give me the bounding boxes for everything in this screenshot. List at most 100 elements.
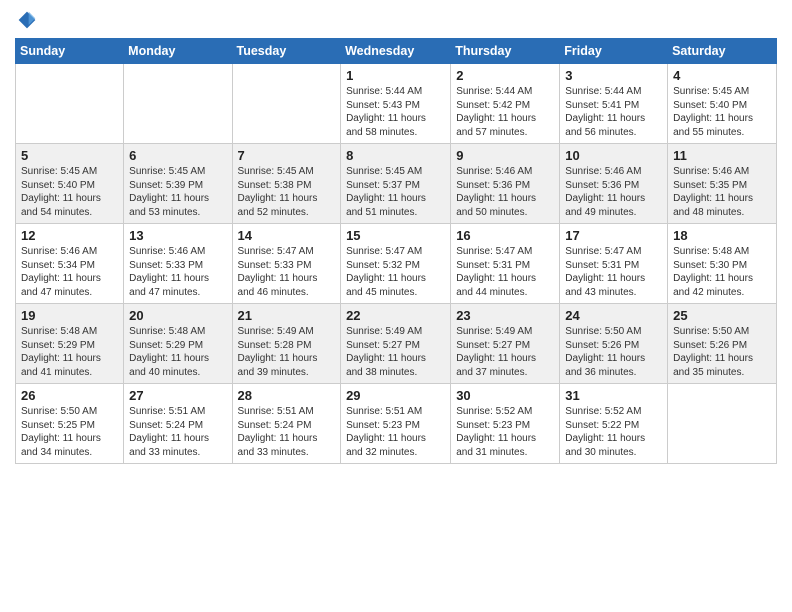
header-day: Friday bbox=[560, 39, 668, 64]
calendar-cell: 15 Sunrise: 5:47 AM Sunset: 5:32 PM Dayli… bbox=[341, 224, 451, 304]
day-number: 4 bbox=[673, 68, 771, 83]
day-number: 24 bbox=[565, 308, 662, 323]
day-info: Sunrise: 5:50 AM Sunset: 5:26 PM Dayligh… bbox=[565, 325, 662, 379]
logo bbox=[15, 10, 37, 30]
day-info: Sunrise: 5:45 AM Sunset: 5:40 PM Dayligh… bbox=[21, 165, 118, 219]
day-info: Sunrise: 5:49 AM Sunset: 5:28 PM Dayligh… bbox=[238, 325, 336, 379]
header-day: Tuesday bbox=[232, 39, 341, 64]
day-info: Sunrise: 5:47 AM Sunset: 5:31 PM Dayligh… bbox=[456, 245, 554, 299]
calendar-week: 26 Sunrise: 5:50 AM Sunset: 5:25 PM Dayli… bbox=[16, 384, 777, 464]
day-info: Sunrise: 5:47 AM Sunset: 5:32 PM Dayligh… bbox=[346, 245, 445, 299]
calendar-cell: 26 Sunrise: 5:50 AM Sunset: 5:25 PM Dayli… bbox=[16, 384, 124, 464]
day-info: Sunrise: 5:46 AM Sunset: 5:35 PM Dayligh… bbox=[673, 165, 771, 219]
day-number: 25 bbox=[673, 308, 771, 323]
calendar-cell: 14 Sunrise: 5:47 AM Sunset: 5:33 PM Dayli… bbox=[232, 224, 341, 304]
day-number: 2 bbox=[456, 68, 554, 83]
calendar-cell: 8Sunrise: 5:45 AM Sunset: 5:37 PM Daylig… bbox=[341, 144, 451, 224]
calendar-week: 12 Sunrise: 5:46 AM Sunset: 5:34 PM Dayli… bbox=[16, 224, 777, 304]
calendar-cell: 19 Sunrise: 5:48 AM Sunset: 5:29 PM Dayli… bbox=[16, 304, 124, 384]
calendar-cell: 6Sunrise: 5:45 AM Sunset: 5:39 PM Daylig… bbox=[124, 144, 232, 224]
day-number: 9 bbox=[456, 148, 554, 163]
day-info: Sunrise: 5:49 AM Sunset: 5:27 PM Dayligh… bbox=[456, 325, 554, 379]
day-info: Sunrise: 5:52 AM Sunset: 5:23 PM Dayligh… bbox=[456, 405, 554, 459]
day-number: 12 bbox=[21, 228, 118, 243]
calendar-cell: 30 Sunrise: 5:52 AM Sunset: 5:23 PM Dayli… bbox=[451, 384, 560, 464]
page: SundayMondayTuesdayWednesdayThursdayFrid… bbox=[0, 0, 792, 479]
calendar-cell: 12 Sunrise: 5:46 AM Sunset: 5:34 PM Dayli… bbox=[16, 224, 124, 304]
day-number: 30 bbox=[456, 388, 554, 403]
day-number: 14 bbox=[238, 228, 336, 243]
day-number: 13 bbox=[129, 228, 226, 243]
calendar-cell: 5 Sunrise: 5:45 AM Sunset: 5:40 PM Daylig… bbox=[16, 144, 124, 224]
day-number: 10 bbox=[565, 148, 662, 163]
calendar-cell: 2 Sunrise: 5:44 AM Sunset: 5:42 PM Daylig… bbox=[451, 64, 560, 144]
calendar-week: 5 Sunrise: 5:45 AM Sunset: 5:40 PM Daylig… bbox=[16, 144, 777, 224]
header-day: Thursday bbox=[451, 39, 560, 64]
day-info: Sunrise: 5:46 AM Sunset: 5:36 PM Dayligh… bbox=[456, 165, 554, 219]
day-number: 5 bbox=[21, 148, 118, 163]
day-info: Sunrise: 5:51 AM Sunset: 5:23 PM Dayligh… bbox=[346, 405, 445, 459]
day-number: 1 bbox=[346, 68, 445, 83]
calendar-cell: 24 Sunrise: 5:50 AM Sunset: 5:26 PM Dayli… bbox=[560, 304, 668, 384]
day-number: 3 bbox=[565, 68, 662, 83]
day-info: Sunrise: 5:44 AM Sunset: 5:43 PM Dayligh… bbox=[346, 85, 445, 139]
header-day: Wednesday bbox=[341, 39, 451, 64]
day-number: 22 bbox=[346, 308, 445, 323]
calendar-cell: 18 Sunrise: 5:48 AM Sunset: 5:30 PM Dayli… bbox=[668, 224, 777, 304]
calendar-cell: 21 Sunrise: 5:49 AM Sunset: 5:28 PM Dayli… bbox=[232, 304, 341, 384]
day-number: 8 bbox=[346, 148, 445, 163]
day-info: Sunrise: 5:45 AM Sunset: 5:38 PM Dayligh… bbox=[238, 165, 336, 219]
day-number: 17 bbox=[565, 228, 662, 243]
calendar-cell: 25 Sunrise: 5:50 AM Sunset: 5:26 PM Dayli… bbox=[668, 304, 777, 384]
calendar-cell: 3 Sunrise: 5:44 AM Sunset: 5:41 PM Daylig… bbox=[560, 64, 668, 144]
calendar-week: 19 Sunrise: 5:48 AM Sunset: 5:29 PM Dayli… bbox=[16, 304, 777, 384]
day-info: Sunrise: 5:46 AM Sunset: 5:34 PM Dayligh… bbox=[21, 245, 118, 299]
calendar-cell bbox=[16, 64, 124, 144]
calendar-cell bbox=[668, 384, 777, 464]
day-info: Sunrise: 5:44 AM Sunset: 5:42 PM Dayligh… bbox=[456, 85, 554, 139]
day-number: 29 bbox=[346, 388, 445, 403]
calendar-cell: 11Sunrise: 5:46 AM Sunset: 5:35 PM Dayli… bbox=[668, 144, 777, 224]
day-info: Sunrise: 5:45 AM Sunset: 5:40 PM Dayligh… bbox=[673, 85, 771, 139]
calendar-cell: 10 Sunrise: 5:46 AM Sunset: 5:36 PM Dayli… bbox=[560, 144, 668, 224]
day-info: Sunrise: 5:51 AM Sunset: 5:24 PM Dayligh… bbox=[238, 405, 336, 459]
day-info: Sunrise: 5:47 AM Sunset: 5:31 PM Dayligh… bbox=[565, 245, 662, 299]
day-number: 23 bbox=[456, 308, 554, 323]
day-info: Sunrise: 5:48 AM Sunset: 5:30 PM Dayligh… bbox=[673, 245, 771, 299]
header-day: Monday bbox=[124, 39, 232, 64]
calendar-cell: 22 Sunrise: 5:49 AM Sunset: 5:27 PM Dayli… bbox=[341, 304, 451, 384]
day-info: Sunrise: 5:46 AM Sunset: 5:33 PM Dayligh… bbox=[129, 245, 226, 299]
day-info: Sunrise: 5:49 AM Sunset: 5:27 PM Dayligh… bbox=[346, 325, 445, 379]
day-info: Sunrise: 5:44 AM Sunset: 5:41 PM Dayligh… bbox=[565, 85, 662, 139]
header-row: SundayMondayTuesdayWednesdayThursdayFrid… bbox=[16, 39, 777, 64]
calendar-cell: 1 Sunrise: 5:44 AM Sunset: 5:43 PM Daylig… bbox=[341, 64, 451, 144]
calendar-cell: 13 Sunrise: 5:46 AM Sunset: 5:33 PM Dayli… bbox=[124, 224, 232, 304]
day-number: 26 bbox=[21, 388, 118, 403]
day-number: 20 bbox=[129, 308, 226, 323]
calendar-cell: 4 Sunrise: 5:45 AM Sunset: 5:40 PM Daylig… bbox=[668, 64, 777, 144]
calendar-cell: 28Sunrise: 5:51 AM Sunset: 5:24 PM Dayli… bbox=[232, 384, 341, 464]
day-info: Sunrise: 5:50 AM Sunset: 5:25 PM Dayligh… bbox=[21, 405, 118, 459]
header-day: Saturday bbox=[668, 39, 777, 64]
calendar-cell: 17 Sunrise: 5:47 AM Sunset: 5:31 PM Dayli… bbox=[560, 224, 668, 304]
day-info: Sunrise: 5:46 AM Sunset: 5:36 PM Dayligh… bbox=[565, 165, 662, 219]
day-info: Sunrise: 5:48 AM Sunset: 5:29 PM Dayligh… bbox=[21, 325, 118, 379]
calendar-cell: 27 Sunrise: 5:51 AM Sunset: 5:24 PM Dayli… bbox=[124, 384, 232, 464]
day-number: 27 bbox=[129, 388, 226, 403]
calendar-cell: 31Sunrise: 5:52 AM Sunset: 5:22 PM Dayli… bbox=[560, 384, 668, 464]
calendar-cell: 9 Sunrise: 5:46 AM Sunset: 5:36 PM Daylig… bbox=[451, 144, 560, 224]
day-number: 6 bbox=[129, 148, 226, 163]
header bbox=[15, 10, 777, 30]
day-info: Sunrise: 5:50 AM Sunset: 5:26 PM Dayligh… bbox=[673, 325, 771, 379]
day-number: 21 bbox=[238, 308, 336, 323]
calendar-cell: 23 Sunrise: 5:49 AM Sunset: 5:27 PM Dayli… bbox=[451, 304, 560, 384]
day-number: 7 bbox=[238, 148, 336, 163]
day-number: 18 bbox=[673, 228, 771, 243]
logo-icon bbox=[17, 10, 37, 30]
day-number: 15 bbox=[346, 228, 445, 243]
day-number: 19 bbox=[21, 308, 118, 323]
day-info: Sunrise: 5:47 AM Sunset: 5:33 PM Dayligh… bbox=[238, 245, 336, 299]
day-info: Sunrise: 5:52 AM Sunset: 5:22 PM Dayligh… bbox=[565, 405, 662, 459]
day-number: 16 bbox=[456, 228, 554, 243]
day-info: Sunrise: 5:51 AM Sunset: 5:24 PM Dayligh… bbox=[129, 405, 226, 459]
